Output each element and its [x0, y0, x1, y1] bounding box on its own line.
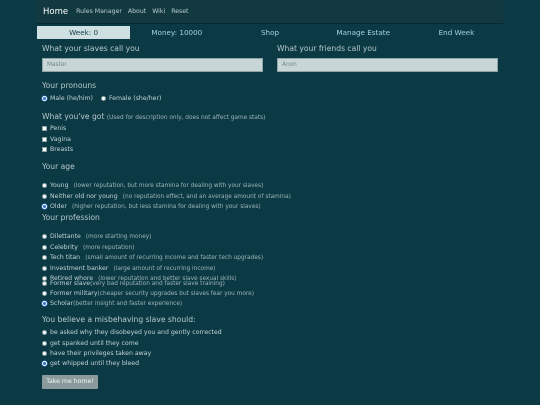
take-me-home-button[interactable]: Take me home!: [42, 375, 98, 389]
slave-name-input[interactable]: Master: [42, 58, 263, 72]
anatomy-heading: What you've got (Used for description on…: [42, 112, 265, 121]
discipline-option[interactable]: get whipped until they bleed: [42, 360, 139, 367]
profession-label: Former military: [50, 290, 98, 297]
profession-label: Scholar: [50, 300, 74, 307]
anatomy-note: (Used for description only, does not aff…: [106, 115, 266, 121]
pronoun-male-radio[interactable]: [42, 96, 47, 101]
discipline-label: be asked why they disobeyed you and gent…: [50, 329, 222, 336]
age-heading: Your age: [42, 162, 75, 171]
nav-rules-manager-link[interactable]: Rules Manager: [76, 8, 122, 15]
discipline-option[interactable]: have their privileges taken away: [42, 350, 151, 357]
discipline-radio[interactable]: [42, 361, 47, 366]
nav-reset-link[interactable]: Reset: [171, 8, 188, 15]
anatomy-option-breasts[interactable]: Breasts: [42, 146, 73, 153]
week-counter: Week: 0: [37, 26, 131, 39]
profession-desc: (cheaper security upgrades but slaves fe…: [97, 290, 254, 297]
profession-radio[interactable]: [42, 301, 47, 306]
nav-about-link[interactable]: About: [128, 8, 146, 15]
anatomy-title: What you've got: [42, 112, 105, 121]
vagina-label: Vagina: [50, 136, 71, 143]
pronoun-male-label: Male (he/him): [50, 95, 93, 102]
pronouns-options: Male (he/him) Female (she/her): [42, 95, 169, 102]
age-older-radio[interactable]: [42, 204, 47, 209]
profession-heading: Your profession: [42, 213, 100, 222]
profession-option[interactable]: Former military (cheaper security upgrad…: [42, 290, 254, 297]
nav-home-link[interactable]: Home: [43, 7, 68, 17]
top-navbar: Home Rules Manager About Wiki Reset: [37, 0, 503, 24]
discipline-radio[interactable]: [42, 341, 47, 346]
pronoun-male-option[interactable]: Male (he/him): [42, 95, 93, 102]
penis-checkbox[interactable]: [42, 126, 47, 131]
friend-name-input[interactable]: Anon: [277, 58, 498, 72]
anatomy-option-vagina[interactable]: Vagina: [42, 136, 71, 143]
discipline-option[interactable]: be asked why they disobeyed you and gent…: [42, 329, 222, 336]
profession-label: Former slave: [50, 280, 91, 287]
discipline-label: get whipped until they bleed: [50, 360, 140, 367]
end-week-link[interactable]: End Week: [410, 26, 503, 39]
money-counter: Money: 10000: [151, 28, 203, 37]
slave-name-label: What your slaves call you: [42, 44, 140, 53]
discipline-option[interactable]: get spanked until they come: [42, 340, 139, 347]
vagina-checkbox[interactable]: [42, 137, 47, 142]
anatomy-option-penis[interactable]: Penis: [42, 125, 66, 132]
status-bar: Week: 0 Money: 10000 Shop Manage Estate …: [37, 26, 503, 39]
profession-option[interactable]: Scholar (better insight and faster exper…: [42, 300, 182, 307]
discipline-heading: You believe a misbehaving slave should:: [42, 315, 196, 324]
profession-desc: (better insight and faster experience): [73, 300, 183, 307]
pronoun-female-radio[interactable]: [100, 96, 106, 101]
profession-option[interactable]: Former slave (very bad reputation and fa…: [42, 280, 225, 287]
shop-link[interactable]: Shop: [223, 26, 316, 39]
discipline-label: get spanked until they come: [50, 340, 139, 347]
profession-radio[interactable]: [42, 291, 47, 296]
profession-radio[interactable]: [42, 281, 47, 286]
penis-label: Penis: [50, 125, 67, 132]
friend-name-label: What your friends call you: [277, 44, 377, 53]
discipline-radio[interactable]: [42, 330, 47, 335]
profession-desc: (very bad reputation and faster slave tr…: [90, 280, 225, 287]
pronoun-female-label: Female (she/her): [108, 95, 162, 102]
pronoun-female-option[interactable]: Female (she/her): [100, 95, 162, 102]
manage-estate-link[interactable]: Manage Estate: [317, 26, 410, 39]
breasts-checkbox[interactable]: [42, 147, 47, 152]
discipline-label: have their privileges taken away: [50, 350, 152, 357]
breasts-label: Breasts: [50, 146, 74, 153]
pronouns-heading: Your pronouns: [42, 81, 97, 90]
age-older-desc: (higher reputation, but less stamina for…: [71, 203, 261, 210]
age-older-label: Older: [50, 203, 67, 210]
discipline-radio[interactable]: [42, 351, 47, 356]
nav-wiki-link[interactable]: Wiki: [152, 8, 165, 15]
